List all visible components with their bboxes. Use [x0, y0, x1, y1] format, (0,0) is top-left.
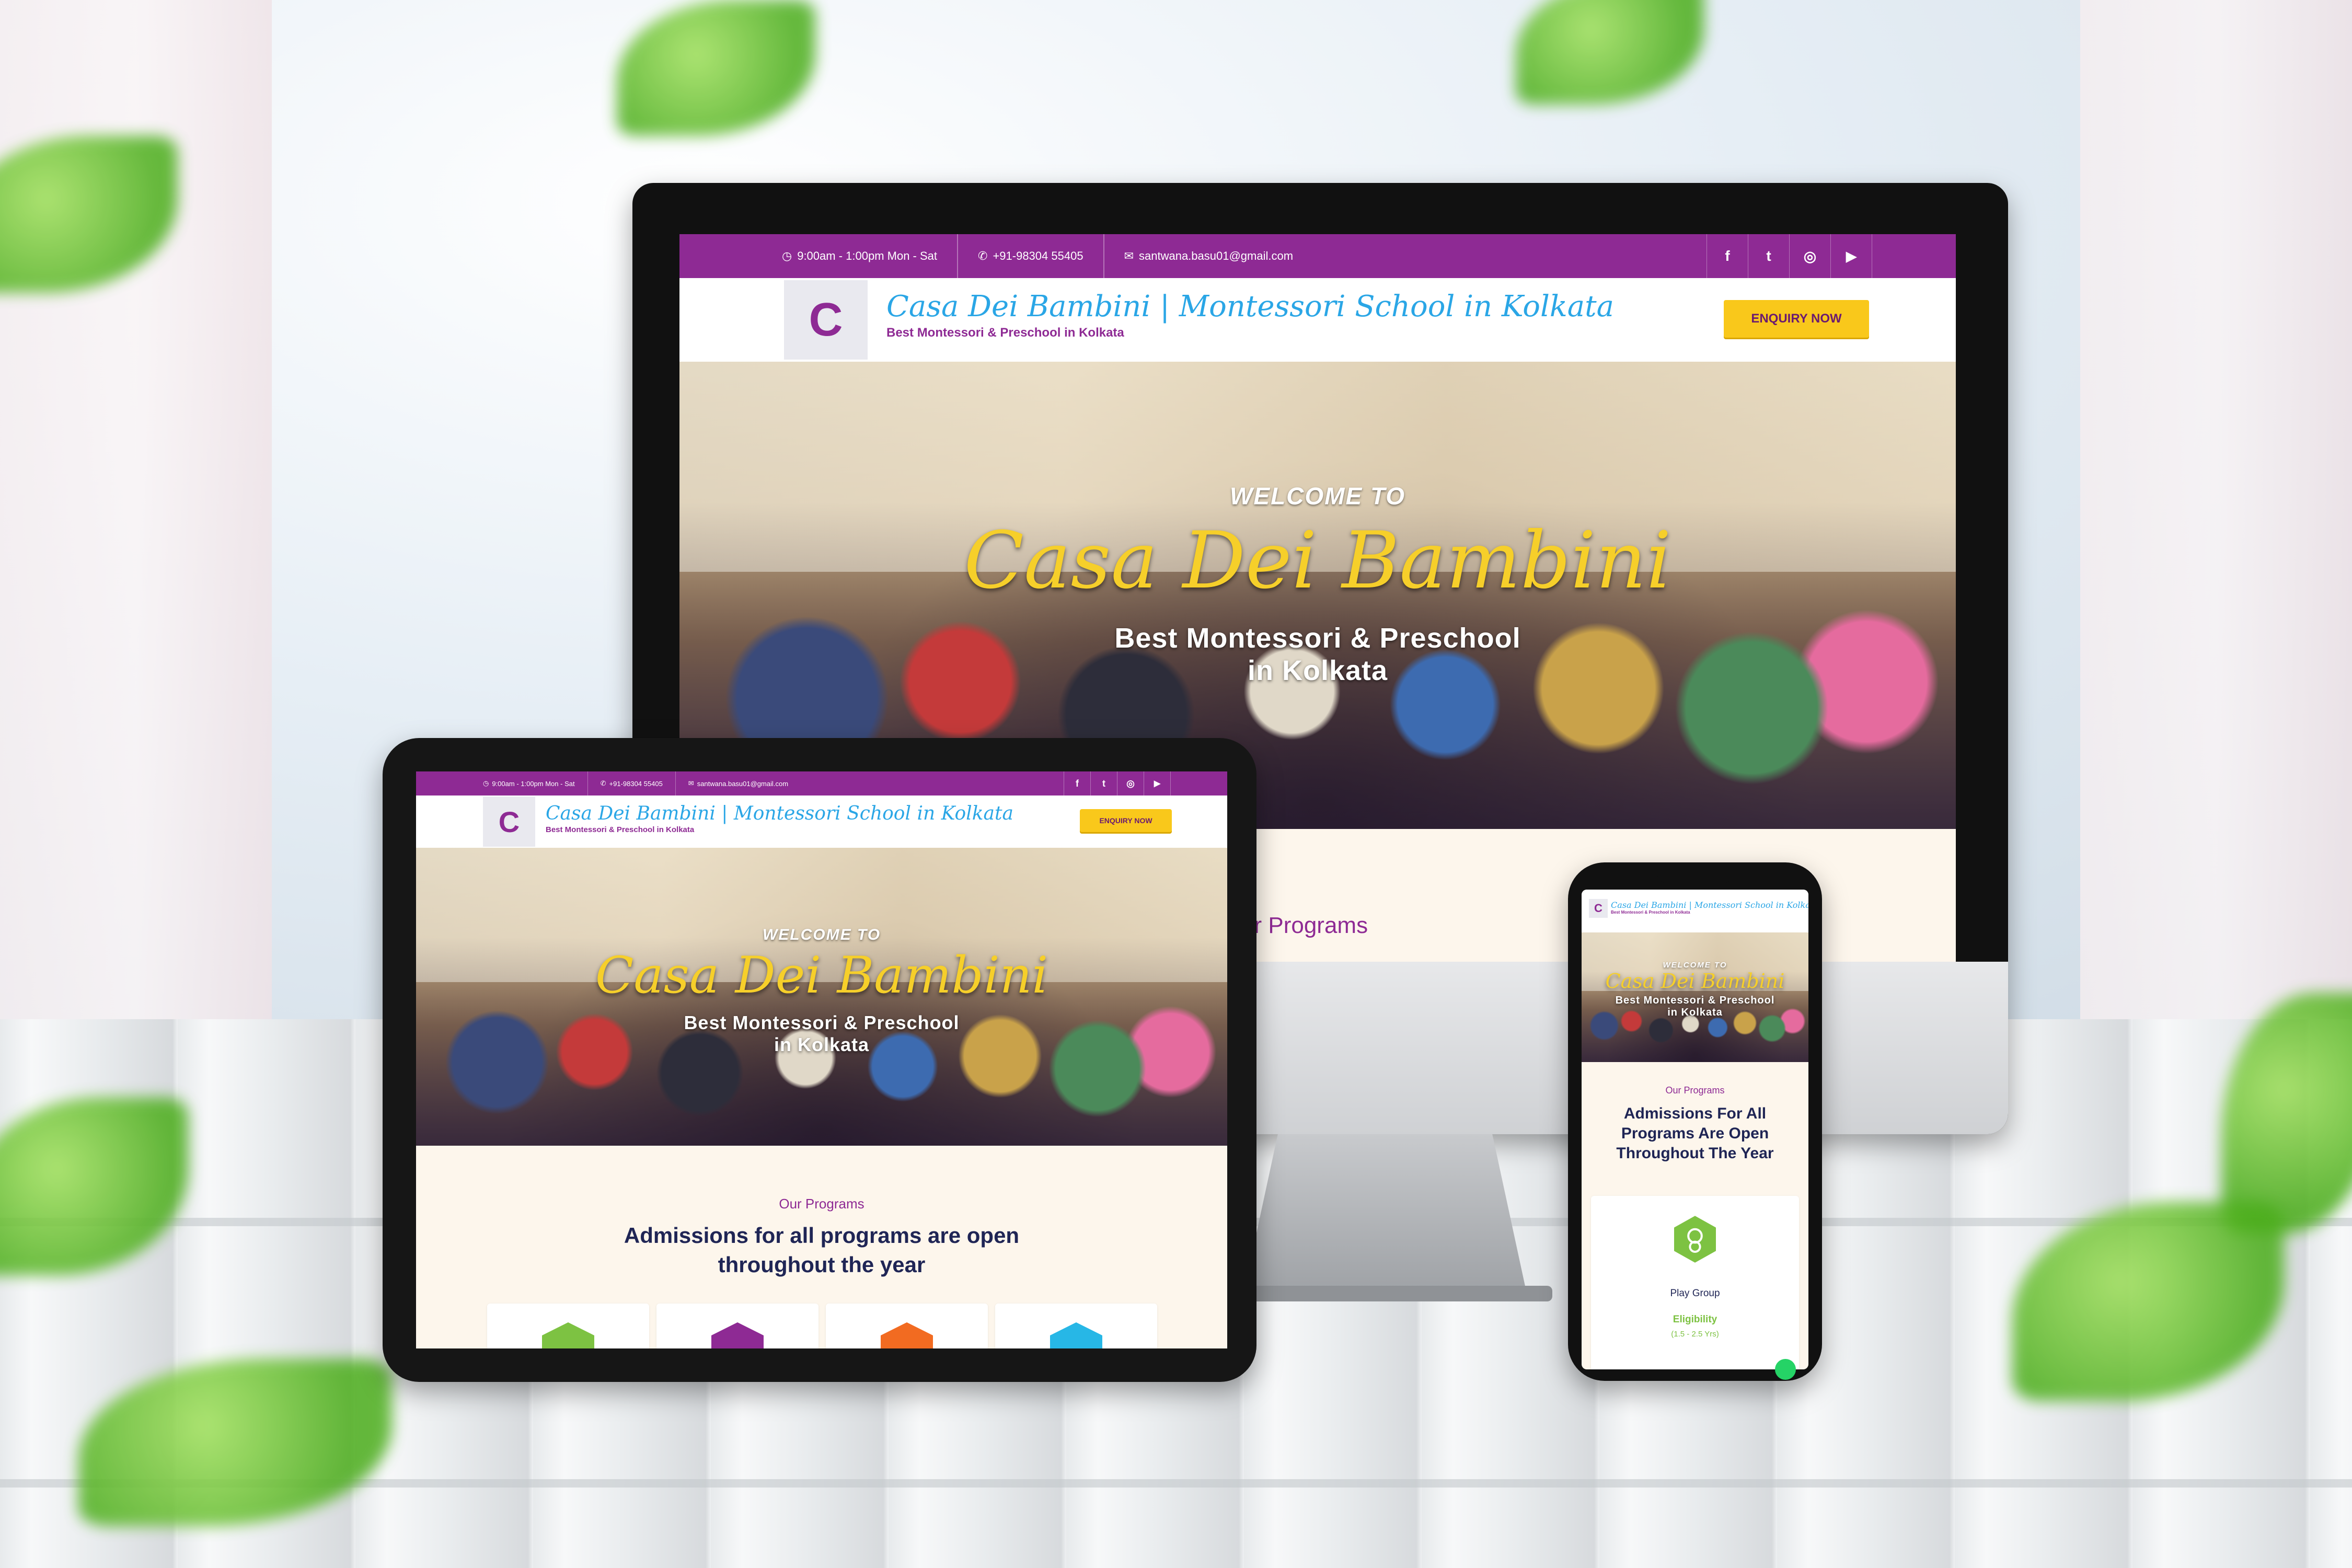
mobile-website: C Casa Dei Bambini | Montessori School i… — [1582, 890, 1808, 1369]
program-card[interactable] — [826, 1304, 988, 1348]
eligibility-label: Eligibility — [1673, 1314, 1717, 1325]
hero-welcome: WELCOME TO — [762, 926, 881, 943]
hero-title: Casa Dei Bambini — [595, 946, 1048, 1005]
email-info[interactable]: ✉ santwana.basu01@gmail.com — [688, 779, 788, 788]
instagram-icon[interactable]: ◎ — [1789, 234, 1830, 278]
mail-icon: ✉ — [1124, 249, 1134, 262]
site-header: C Casa Dei Bambini | Montessori School i… — [416, 795, 1227, 848]
instagram-icon[interactable]: ◎ — [1117, 771, 1144, 795]
hero-welcome: WELCOME TO — [1229, 482, 1406, 510]
school-logo[interactable]: C — [483, 797, 535, 847]
program-card[interactable] — [487, 1304, 649, 1348]
hero-subtitle-line2: in Kolkata — [1247, 655, 1388, 686]
program-card[interactable] — [656, 1304, 818, 1348]
youtube-icon[interactable]: ▶ — [1144, 771, 1171, 795]
hero-subtitle-line2: in Kolkata — [1667, 1007, 1723, 1018]
brand-subtitle: Best Montessori & Preschool in Kolkata — [546, 825, 695, 834]
site-header: C Casa Dei Bambini | Montessori School i… — [1582, 890, 1808, 932]
enquiry-now-button[interactable]: ENQUIRY NOW — [1724, 300, 1869, 338]
program-hexagon-icon — [542, 1322, 594, 1348]
programs-heading: Admissions for all programs are open thr… — [624, 1223, 1020, 1277]
phone-icon: ✆ — [600, 779, 606, 787]
hours-info: ◷ 9:00am - 1:00pm Mon - Sat — [483, 779, 575, 788]
phone-info[interactable]: ✆ +91-98304 55405 — [978, 249, 1083, 263]
phone-icon: ✆ — [978, 249, 988, 262]
imac-stand — [1244, 1134, 1526, 1291]
programs-heading: Admissions For All Programs Are Open Thr… — [1616, 1105, 1774, 1162]
enquiry-now-button[interactable]: ENQUIRY NOW — [1080, 809, 1172, 832]
phone-info[interactable]: ✆ +91-98304 55405 — [601, 779, 663, 788]
hero-title: Casa Dei Bambini — [964, 515, 1671, 606]
play-group-hexagon-icon — [1674, 1216, 1716, 1263]
brand-title[interactable]: Casa Dei Bambini | Montessori School in … — [1611, 900, 1808, 910]
imac-foot — [1218, 1286, 1552, 1301]
hours-text: 9:00am - 1:00pm Mon - Sat — [797, 249, 937, 262]
hours-info: ◷ 9:00am - 1:00pm Mon - Sat — [782, 249, 937, 263]
school-logo[interactable]: C — [784, 280, 868, 360]
clock-icon: ◷ — [483, 779, 489, 787]
email-info[interactable]: ✉ santwana.basu01@gmail.com — [1124, 249, 1293, 263]
programs-eyebrow: Our Programs — [1665, 1085, 1725, 1096]
tablet-website: ◷ 9:00am - 1:00pm Mon - Sat ✆ +91-98304 … — [416, 771, 1227, 1348]
eligibility-value: (1.5 - 2.5 Yrs) — [1671, 1330, 1719, 1339]
school-logo[interactable]: C — [1589, 899, 1608, 918]
brand-subtitle: Best Montessori & Preschool in Kolkata — [1611, 910, 1690, 915]
hero-banner: WELCOME TO Casa Dei Bambini Best Montess… — [1582, 932, 1808, 1062]
hero-banner: WELCOME TO Casa Dei Bambini Best Montess… — [416, 848, 1227, 1146]
hero-title: Casa Dei Bambini — [1605, 970, 1785, 993]
phone-text[interactable]: +91-98304 55405 — [993, 249, 1083, 263]
top-info-bar: ◷ 9:00am - 1:00pm Mon - Sat ✆ +91-98304 … — [416, 771, 1227, 795]
programs-eyebrow: ur Programs — [1241, 913, 1368, 938]
hero-subtitle-line1: Best Montessori & Preschool — [1114, 622, 1521, 654]
site-header: C Casa Dei Bambini | Montessori School i… — [679, 278, 1956, 362]
program-card[interactable] — [995, 1304, 1157, 1348]
facebook-icon[interactable]: f — [1064, 771, 1090, 795]
programs-section: Our Programs Admissions For All Programs… — [1582, 1062, 1808, 1369]
program-hexagon-icon — [711, 1322, 764, 1348]
email-text[interactable]: santwana.basu01@gmail.com — [1139, 249, 1293, 263]
hero-subtitle-line2: in Kolkata — [774, 1034, 870, 1055]
phone-notch — [1657, 868, 1733, 883]
play-group-title: Play Group — [1670, 1288, 1720, 1299]
youtube-icon[interactable]: ▶ — [1830, 234, 1872, 278]
hero-subtitle-line1: Best Montessori & Preschool — [1615, 995, 1775, 1006]
programs-eyebrow: Our Programs — [779, 1196, 864, 1212]
twitter-icon[interactable]: t — [1090, 771, 1117, 795]
hero-subtitle-line1: Best Montessori & Preschool — [684, 1012, 960, 1033]
facebook-icon[interactable]: f — [1707, 234, 1748, 278]
twitter-icon[interactable]: t — [1748, 234, 1789, 278]
play-group-card[interactable]: Play Group Eligibility (1.5 - 2.5 Yrs) — [1591, 1196, 1799, 1369]
brand-title[interactable]: Casa Dei Bambini | Montessori School in … — [886, 290, 1614, 324]
programs-section: Our Programs Admissions for all programs… — [416, 1146, 1227, 1348]
mail-icon: ✉ — [688, 779, 694, 787]
background-curtain-right — [2080, 0, 2352, 1019]
whatsapp-chat-button[interactable] — [1775, 1359, 1796, 1380]
program-hexagon-icon — [1050, 1322, 1102, 1348]
brand-subtitle: Best Montessori & Preschool in Kolkata — [886, 326, 1124, 340]
top-info-bar: ◷ 9:00am - 1:00pm Mon - Sat ✆ +91-98304 … — [679, 234, 1956, 278]
hero-welcome: WELCOME TO — [1663, 961, 1727, 970]
clock-icon: ◷ — [782, 249, 792, 262]
brand-title[interactable]: Casa Dei Bambini | Montessori School in … — [546, 803, 1013, 824]
program-hexagon-icon — [881, 1322, 933, 1348]
